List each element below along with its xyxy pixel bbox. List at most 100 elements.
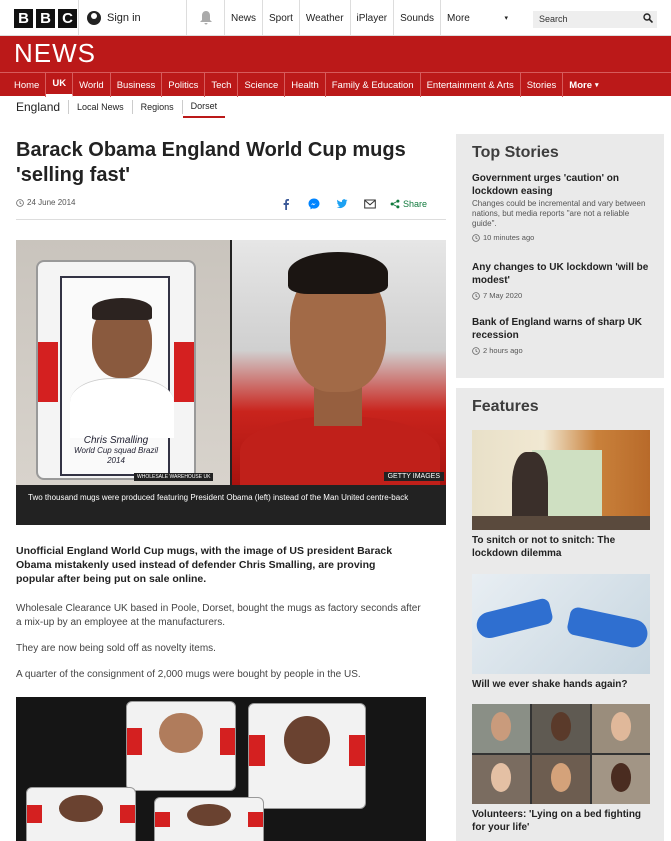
subnav-item-dorset[interactable]: Dorset (182, 96, 226, 118)
nav-item-stories[interactable]: Stories (521, 73, 564, 97)
portrait-hair (92, 298, 152, 320)
participant-face (610, 711, 632, 742)
top-stories-heading: Top Stories (472, 144, 559, 161)
chevron-down-icon: ▾ (504, 15, 509, 22)
logo-letter: B (36, 9, 55, 28)
share-label: Share (403, 199, 428, 209)
notifications-button[interactable] (186, 0, 224, 36)
feature-item[interactable]: To snitch or not to snitch: The lockdown… (472, 430, 650, 560)
top-story-time-text: 2 hours ago (483, 346, 523, 355)
hero-image: Chris Smalling World Cup squad Brazil 20… (16, 240, 446, 525)
top-story-time: 10 minutes ago (472, 233, 652, 242)
top-story-time-text: 7 May 2020 (483, 291, 523, 300)
features-panel: Features To snitch or not to snitch: The… (456, 388, 664, 841)
top-story-title[interactable]: Bank of England warns of sharp UK recess… (472, 316, 652, 342)
feature-title[interactable]: Volunteers: 'Lying on a bed fighting for… (472, 808, 650, 834)
nav-item-entertainment-arts[interactable]: Entertainment & Arts (421, 73, 521, 97)
flag-stripe (249, 735, 266, 767)
video-tile (592, 755, 650, 804)
smalling-photo: GETTY IMAGES (232, 240, 446, 486)
feature-item[interactable]: Will we ever shake hands again? (472, 574, 650, 691)
share-button[interactable]: Share (390, 199, 427, 209)
feature-title[interactable]: To snitch or not to snitch: The lockdown… (472, 534, 650, 560)
facebook-share-button[interactable] (278, 196, 294, 212)
nav-item-health[interactable]: Health (285, 73, 326, 97)
flag-stripe (119, 805, 135, 823)
flag-stripe (247, 812, 263, 827)
feature-image[interactable] (472, 574, 650, 674)
neck (314, 386, 362, 426)
top-story-item[interactable]: Government urges 'caution' on lockdown e… (472, 172, 652, 242)
flag-stripe (38, 342, 58, 402)
top-story-title[interactable]: Any changes to UK lockdown 'will be mode… (472, 261, 652, 287)
nav-item-uk[interactable]: UK (46, 73, 74, 97)
article-paragraph: Wholesale Clearance UK based in Poole, D… (16, 603, 421, 628)
messenger-icon (308, 198, 320, 210)
nav-item-world[interactable]: World (73, 73, 111, 97)
chevron-down-icon: ▾ (594, 82, 599, 89)
table (472, 516, 650, 530)
top-story-item[interactable]: Any changes to UK lockdown 'will be mode… (472, 261, 652, 300)
top-story-title[interactable]: Government urges 'caution' on lockdown e… (472, 172, 652, 198)
bell-icon (199, 11, 212, 25)
top-link-sport[interactable]: Sport (262, 0, 299, 36)
portrait-face (159, 712, 203, 754)
clock-icon (472, 233, 480, 242)
top-link-weather[interactable]: Weather (298, 0, 350, 36)
portrait-face (187, 803, 231, 826)
mug (154, 797, 264, 841)
obama-mug-photo: Chris Smalling World Cup squad Brazil 20… (16, 240, 230, 485)
flag-stripe (27, 805, 43, 823)
feature-title[interactable]: Will we ever shake hands again? (472, 678, 650, 691)
nav-item-business[interactable]: Business (111, 73, 163, 97)
clock-icon (472, 346, 480, 355)
video-tile (532, 704, 590, 753)
top-more-menu[interactable]: More ▾ (440, 0, 514, 36)
article-intro: Unofficial England World Cup mugs, with … (16, 545, 393, 585)
article-paragraph: They are now being sold off as novelty i… (16, 643, 216, 654)
top-link-sounds[interactable]: Sounds (393, 0, 440, 36)
subnav-item-local-news[interactable]: Local News (69, 100, 133, 114)
nav-item-tech[interactable]: Tech (205, 73, 239, 97)
portrait-face (59, 794, 103, 822)
participant-face (550, 762, 572, 793)
email-share-button[interactable] (362, 196, 378, 212)
feature-item[interactable]: Volunteers: 'Lying on a bed fighting for… (472, 704, 650, 834)
feature-image[interactable] (472, 704, 650, 804)
section-nav: Home UK World Business Politics Tech Sci… (0, 72, 671, 97)
nav-item-science[interactable]: Science (238, 73, 286, 97)
mug-caption: Chris Smalling World Cup squad Brazil 20… (66, 436, 166, 466)
top-more-label: More (447, 12, 470, 24)
mug-caption-line1: Chris Smalling (83, 435, 149, 446)
gloved-hand (473, 597, 555, 641)
twitter-share-button[interactable] (334, 196, 350, 212)
bbc-logo[interactable]: B B C (14, 9, 77, 28)
flag-stripe (348, 735, 365, 767)
top-link-news[interactable]: News (224, 0, 262, 36)
top-story-time: 2 hours ago (472, 346, 652, 355)
top-link-iplayer[interactable]: iPlayer (349, 0, 394, 36)
nav-item-more[interactable]: More ▾ (563, 73, 604, 97)
logo-letter: C (58, 9, 77, 28)
messenger-share-button[interactable] (306, 196, 322, 212)
twitter-icon (336, 199, 348, 209)
feature-image[interactable] (472, 430, 650, 530)
nav-item-family-education[interactable]: Family & Education (326, 73, 421, 97)
search-input[interactable]: Search (533, 11, 657, 28)
mug (126, 701, 236, 791)
video-tile (532, 755, 590, 804)
signin-button[interactable]: Sign in (78, 0, 186, 36)
image-credit-right: GETTY IMAGES (383, 472, 444, 481)
news-wordmark[interactable]: NEWS (14, 38, 96, 69)
subnav-item-regions[interactable]: Regions (133, 100, 183, 114)
top-story-item[interactable]: Bank of England warns of sharp UK recess… (472, 316, 652, 355)
nav-item-home[interactable]: Home (8, 73, 47, 97)
article-meta: 24 June 2014 Share (16, 192, 446, 220)
article-paragraph: A quarter of the consignment of 2,000 mu… (16, 669, 361, 680)
top-story-time: 7 May 2020 (472, 291, 652, 300)
search-placeholder: Search (539, 14, 568, 24)
article-date-text: 24 June 2014 (27, 198, 76, 207)
video-tile (472, 704, 530, 753)
nav-item-politics[interactable]: Politics (162, 73, 206, 97)
subnav-region[interactable]: England (16, 100, 70, 114)
